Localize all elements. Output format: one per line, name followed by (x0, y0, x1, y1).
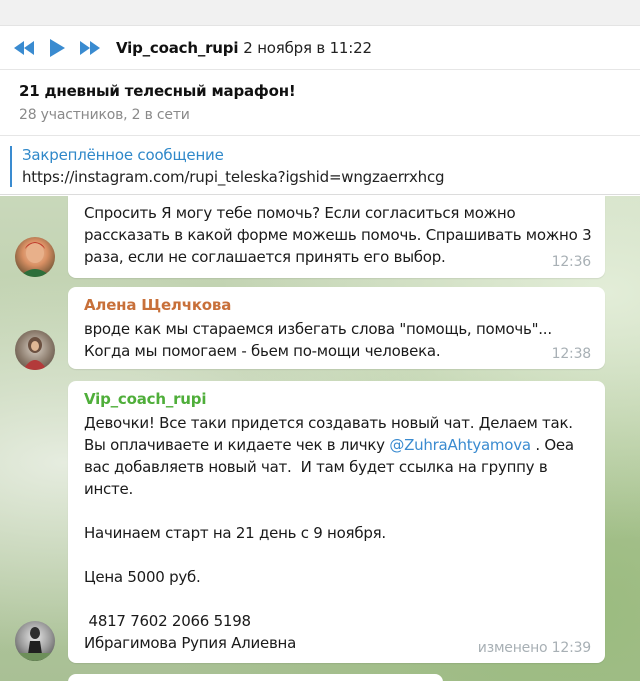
rewind-button[interactable] (12, 26, 36, 70)
message-line: Когда мы помогаем - бьем по-мощи человек… (84, 342, 441, 360)
fast-forward-icon (80, 40, 100, 55)
top-strip (0, 0, 640, 26)
chat-area: Спросить Я могу тебе помочь? Если соглас… (0, 196, 640, 681)
message-sender[interactable]: Алена Щелчкова (84, 296, 231, 314)
chat-subtitle: 28 участников, 2 в сети (19, 107, 190, 123)
avatar-photo-icon (15, 627, 55, 661)
message-bubble[interactable]: Алена Щелчкова вроде как мы стараемся из… (68, 287, 605, 369)
pinned-text: https://instagram.com/rupi_teleska?igshi… (22, 168, 445, 186)
play-icon (50, 38, 65, 57)
pinned-title: Закреплённое сообщение (22, 146, 224, 164)
audio-player-bar: Vip_coach_rupi 2 ноября в 11:22 (0, 26, 640, 70)
message-paragraph: Цена 5000 руб. (84, 568, 201, 586)
message-time: 12:38 (551, 346, 592, 362)
message-bubble[interactable]: Vip_coach_rupi Девочки! Все таки придетс… (68, 381, 605, 663)
message-sender[interactable]: Vip_coach_rupi (84, 390, 206, 408)
rewind-icon (14, 40, 34, 55)
message-text: Спросить Я могу тебе помочь? Если соглас… (84, 204, 596, 266)
message-paragraph: Начинаем старт на 21 день с 9 ноября. (84, 524, 386, 542)
message-line: вроде как мы стараемся избегать слова "п… (84, 320, 552, 338)
player-date: 2 ноября в 11:22 (243, 38, 372, 57)
message-bubble[interactable] (68, 674, 443, 681)
chat-header[interactable]: 21 дневный телесный марафон! 28 участник… (0, 70, 640, 136)
avatar-photo-icon (19, 242, 51, 277)
mention-link[interactable]: @ZuhraAhtyamova (389, 436, 531, 454)
play-button[interactable] (46, 26, 68, 70)
message-time: 12:36 (551, 254, 592, 270)
message-text: Девочки! Все таки придется создавать нов… (84, 412, 594, 500)
message-paragraph: Ибрагимова Рупия Алиевна (84, 634, 297, 652)
avatar[interactable] (15, 237, 55, 277)
message-time: изменено 12:39 (477, 640, 591, 656)
message-paragraph: 4817 7602 2066 5198 (84, 612, 251, 630)
fast-forward-button[interactable] (78, 26, 102, 70)
player-author[interactable]: Vip_coach_rupi (116, 39, 238, 57)
avatar[interactable] (15, 330, 55, 370)
pinned-accent-bar (10, 146, 12, 187)
pinned-message[interactable]: Закреплённое сообщение https://instagram… (0, 137, 640, 195)
message-bubble[interactable]: Спросить Я могу тебе помочь? Если соглас… (68, 196, 605, 278)
avatar[interactable] (15, 621, 55, 661)
chat-title: 21 дневный телесный марафон! (19, 82, 296, 100)
avatar-photo-icon (23, 337, 47, 370)
